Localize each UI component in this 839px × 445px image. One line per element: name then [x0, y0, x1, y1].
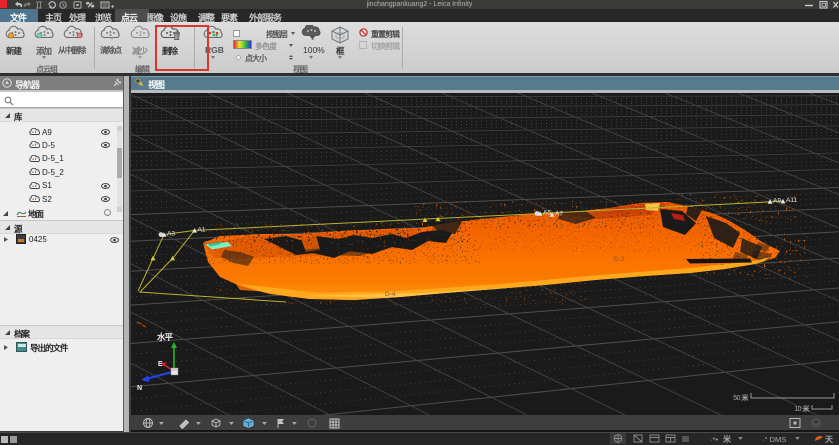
svg-text:E: E: [158, 361, 163, 368]
svg-text:A9: A9: [773, 198, 781, 205]
svg-text:A7: A7: [555, 211, 563, 218]
svg-text:N: N: [137, 385, 142, 392]
svg-text:D-4: D-4: [385, 291, 396, 298]
svg-text:·° DMS: ·° DMS: [762, 435, 786, 444]
svg-text:米: 米: [722, 434, 732, 444]
svg-text:天: 天: [825, 435, 834, 444]
svg-text:A1: A1: [198, 226, 206, 233]
svg-text:A11: A11: [786, 197, 797, 204]
svg-text:A5: A5: [543, 210, 551, 217]
svg-text:水平: 水平: [156, 332, 174, 342]
svg-text:50 米: 50 米: [733, 393, 749, 402]
svg-text:·*•: ·*•: [710, 435, 718, 444]
svg-text:A3: A3: [167, 231, 175, 238]
svg-text:D-3: D-3: [614, 256, 625, 263]
svg-text:10 米: 10 米: [794, 404, 810, 413]
